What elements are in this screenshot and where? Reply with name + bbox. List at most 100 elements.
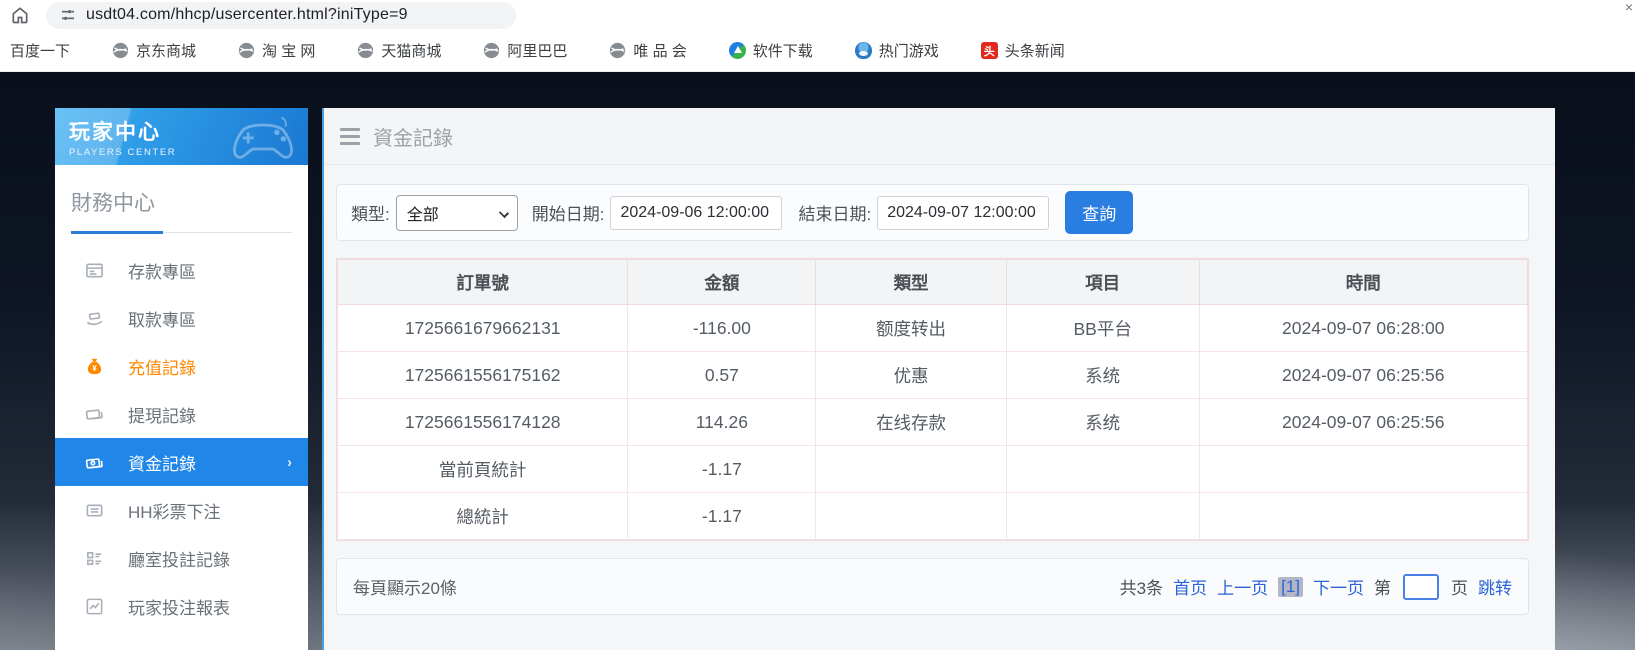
search-button[interactable]: 查詢 — [1065, 191, 1133, 234]
bookmark-software[interactable]: 软件下载 — [729, 40, 813, 61]
end-date-input[interactable] — [877, 196, 1049, 230]
bookmark-jd[interactable]: 京东商城 — [112, 40, 196, 61]
sidebar-item-player-bet-report[interactable]: 玩家投注報表 — [55, 582, 308, 630]
globe-icon — [112, 42, 129, 59]
cell-amount: -116.00 — [628, 305, 816, 352]
current-page: [1] — [1278, 577, 1303, 597]
ticket-list-icon — [85, 501, 104, 520]
bookmark-label: 天猫商城 — [381, 40, 441, 61]
globe-icon — [609, 42, 626, 59]
bookmark-games[interactable]: 热门游戏 — [855, 40, 939, 61]
start-date-input[interactable] — [610, 196, 782, 230]
page-background: 玩家中心 PLAYERS CENTER 財務中心 存款專區 取款專區 ¥ 充值記… — [0, 72, 1635, 650]
section-divider — [71, 231, 292, 234]
sidebar-title: 玩家中心 — [69, 116, 308, 146]
next-page-link[interactable]: 下一页 — [1313, 574, 1364, 599]
software-download-icon — [729, 42, 746, 59]
finance-center-title: 財務中心 — [71, 187, 292, 217]
first-page-link[interactable]: 首页 — [1173, 574, 1207, 599]
sidebar-item-lottery-bets[interactable]: HH彩票下注 — [55, 486, 308, 534]
deposit-icon — [85, 261, 104, 280]
cell-item: 系统 — [1006, 352, 1199, 399]
bookmarks-bar: 百度一下 京东商城 淘 宝 网 天猫商城 阿里巴巴 唯 品 会 软件下载 热门游… — [0, 30, 1635, 72]
table-row: 1725661556174128 114.26 在线存款 系统 2024-09-… — [338, 399, 1528, 446]
sidebar-menu: 存款專區 取款專區 ¥ 充值記錄 提現記錄 資金記錄 › HH彩票下注 — [55, 246, 308, 630]
bookmark-baidu[interactable]: 百度一下 — [10, 40, 70, 61]
sidebar-section: 財務中心 — [55, 165, 308, 234]
main-panel: 資金記錄 類型: 全部 開始日期: 結束日期: 查詢 訂單號 金額 類型 — [322, 108, 1555, 650]
sidebar-item-label: 玩家投注報表 — [128, 594, 230, 619]
page-title: 資金記錄 — [373, 122, 453, 151]
bookmark-taobao[interactable]: 淘 宝 网 — [238, 40, 315, 61]
bookmark-label: 百度一下 — [10, 40, 70, 61]
jump-suffix: 页 — [1451, 574, 1468, 599]
funds-icon — [85, 453, 104, 472]
col-item: 項目 — [1006, 260, 1199, 305]
globe-icon — [238, 42, 255, 59]
bookmark-label: 淘 宝 网 — [262, 40, 315, 61]
bookmark-label: 软件下载 — [753, 40, 813, 61]
browser-toolbar: usdt04.com/hhcp/usercenter.html?iniType=… — [0, 0, 1635, 30]
records-table: 訂單號 金額 類型 項目 時間 1725661679662131 -116.00… — [337, 259, 1528, 540]
sidebar-item-hall-bet-records[interactable]: 廳室投註記錄 — [55, 534, 308, 582]
page-jump-input[interactable] — [1403, 574, 1439, 600]
list-squares-icon — [85, 549, 104, 568]
chevron-down-icon — [499, 207, 509, 217]
table-row: 1725661556175162 0.57 优惠 系统 2024-09-07 0… — [338, 352, 1528, 399]
toutiao-icon: 头 — [981, 42, 998, 59]
cell-amount: -1.17 — [628, 446, 816, 493]
cell-label: 總統計 — [338, 493, 628, 540]
bookmark-vip[interactable]: 唯 品 会 — [609, 40, 686, 61]
sidebar-subtitle: PLAYERS CENTER — [69, 147, 308, 158]
chevron-right-icon: › — [287, 454, 292, 471]
filter-bar: 類型: 全部 開始日期: 結束日期: 查詢 — [336, 184, 1529, 241]
menu-icon[interactable] — [340, 128, 360, 145]
cell-time: 2024-09-07 06:25:56 — [1199, 352, 1527, 399]
sidebar-item-deposit[interactable]: 存款專區 — [55, 246, 308, 294]
sidebar-header: 玩家中心 PLAYERS CENTER — [55, 108, 308, 165]
type-select[interactable]: 全部 — [396, 195, 518, 231]
page-size-text: 每頁顯示20條 — [353, 574, 457, 599]
sidebar-item-withdraw[interactable]: 取款專區 — [55, 294, 308, 342]
cell-item: 系统 — [1006, 399, 1199, 446]
sidebar-item-cashout-records[interactable]: 提現記錄 — [55, 390, 308, 438]
prev-page-link[interactable]: 上一页 — [1217, 574, 1268, 599]
table-row-page-total: 當前頁統計 -1.17 — [338, 446, 1528, 493]
cell-order-no: 1725661556174128 — [338, 399, 628, 446]
sidebar: 玩家中心 PLAYERS CENTER 財務中心 存款專區 取款專區 ¥ 充值記… — [55, 108, 308, 650]
table-header-row: 訂單號 金額 類型 項目 時間 — [338, 260, 1528, 305]
bookmark-label: 阿里巴巴 — [507, 40, 567, 61]
jump-link[interactable]: 跳转 — [1478, 574, 1512, 599]
withdraw-icon — [85, 309, 104, 328]
money-bag-icon: ¥ — [85, 357, 104, 376]
col-order-no: 訂單號 — [338, 260, 628, 305]
close-icon[interactable]: × — [1625, 0, 1633, 14]
site-settings-icon[interactable] — [60, 7, 76, 23]
cell-label: 當前頁統計 — [338, 446, 628, 493]
bookmark-toutiao[interactable]: 头 头条新闻 — [981, 40, 1065, 61]
total-count: 共3条 — [1120, 574, 1163, 599]
sidebar-item-recharge-records[interactable]: ¥ 充值記錄 — [55, 342, 308, 390]
bookmark-tmall[interactable]: 天猫商城 — [357, 40, 441, 61]
home-icon[interactable] — [10, 5, 30, 25]
address-bar[interactable]: usdt04.com/hhcp/usercenter.html?iniType=… — [46, 2, 516, 29]
cell-amount: -1.17 — [628, 493, 816, 540]
type-label: 類型: — [351, 200, 390, 225]
jump-prefix: 第 — [1374, 574, 1391, 599]
cell-order-no: 1725661556175162 — [338, 352, 628, 399]
url-text[interactable]: usdt04.com/hhcp/usercenter.html?iniType=… — [86, 6, 408, 24]
svg-text:¥: ¥ — [92, 363, 97, 372]
sidebar-item-funds-records[interactable]: 資金記錄 › — [55, 438, 308, 486]
table-row: 1725661679662131 -116.00 额度转出 BB平台 2024-… — [338, 305, 1528, 352]
cell-amount: 0.57 — [628, 352, 816, 399]
bookmark-label: 唯 品 会 — [633, 40, 686, 61]
bookmark-alibaba[interactable]: 阿里巴巴 — [483, 40, 567, 61]
start-date-label: 開始日期: — [532, 200, 605, 225]
cell-time: 2024-09-07 06:28:00 — [1199, 305, 1527, 352]
records-table-card: 訂單號 金額 類型 項目 時間 1725661679662131 -116.00… — [336, 258, 1529, 541]
bookmark-label: 京东商城 — [136, 40, 196, 61]
cell-item: BB平台 — [1006, 305, 1199, 352]
cell-order-no: 1725661679662131 — [338, 305, 628, 352]
pagination-bar: 每頁顯示20條 共3条 首页 上一页 [1] 下一页 第 页 跳转 — [336, 558, 1529, 615]
col-time: 時間 — [1199, 260, 1527, 305]
